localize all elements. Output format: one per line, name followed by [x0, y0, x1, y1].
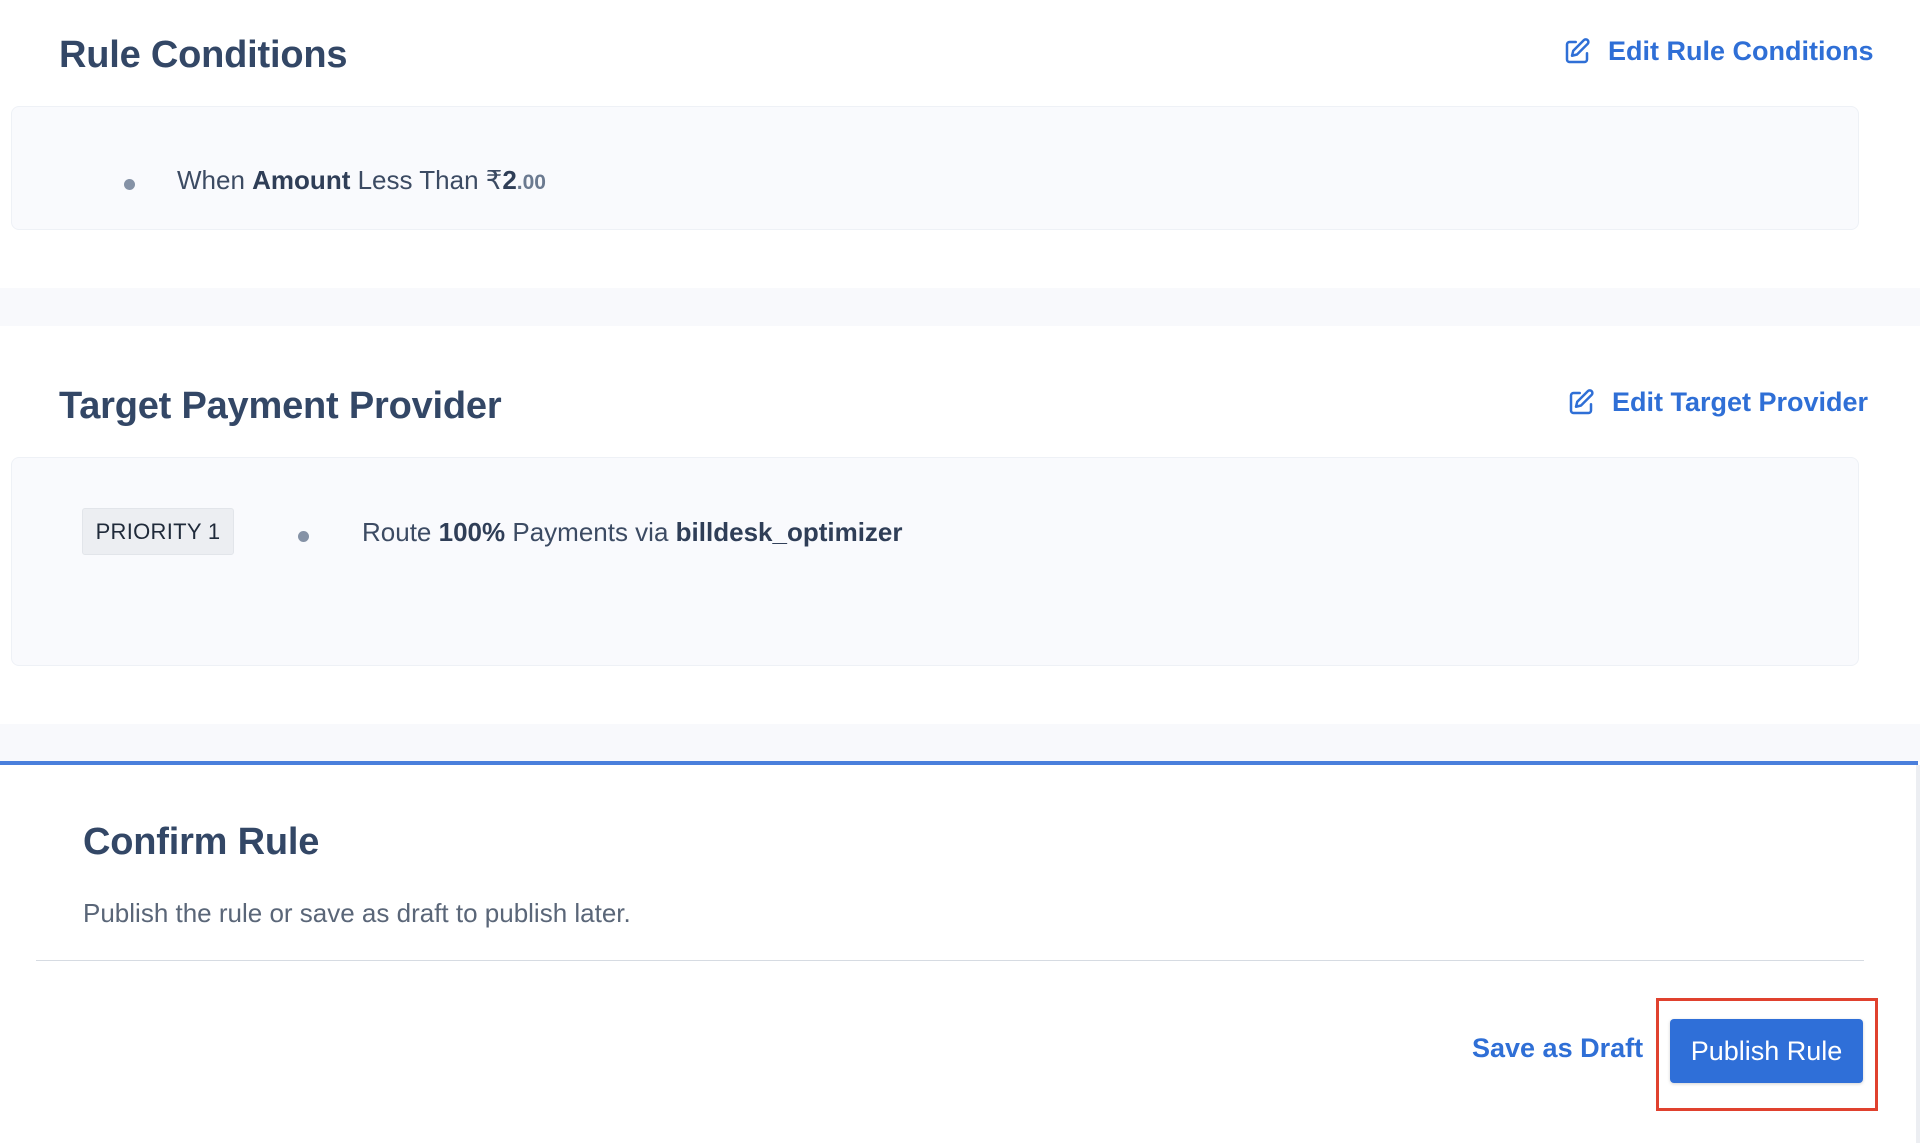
- confirm-section-top-border: [0, 761, 1918, 765]
- confirm-rule-description: Publish the rule or save as draft to pub…: [83, 898, 631, 928]
- rule-review-page: Rule Conditions Edit Rule Conditions Whe…: [0, 0, 1920, 1143]
- condition-value: 2: [502, 165, 517, 195]
- condition-text: When Amount Less Than ₹2.00: [177, 165, 546, 196]
- section-separator: [0, 288, 1920, 326]
- section-separator: [0, 724, 1920, 762]
- edit-icon: [1565, 37, 1590, 63]
- save-as-draft-button[interactable]: Save as Draft: [1472, 1033, 1643, 1064]
- rule-conditions-panel: When Amount Less Than ₹2.00: [11, 106, 1859, 230]
- condition-prefix: When: [177, 165, 245, 195]
- route-text: Route 100% Payments via billdesk_optimiz…: [362, 517, 903, 548]
- publish-rule-button[interactable]: Publish Rule: [1670, 1019, 1863, 1083]
- route-prefix: Route: [362, 517, 432, 547]
- rule-conditions-title: Rule Conditions: [59, 34, 348, 76]
- confirm-section-edge: [1916, 765, 1920, 1143]
- currency-symbol: ₹: [485, 165, 503, 195]
- condition-operator: Less Than: [357, 165, 479, 195]
- edit-target-provider-link[interactable]: Edit Target Provider: [1566, 387, 1868, 418]
- edit-target-provider-label: Edit Target Provider: [1612, 387, 1869, 417]
- condition-value-decimals: .00: [516, 171, 546, 194]
- edit-icon: [1569, 388, 1594, 414]
- edit-rule-conditions-label: Edit Rule Conditions: [1608, 36, 1874, 66]
- confirm-divider: [36, 960, 1864, 961]
- route-percent: 100%: [438, 517, 506, 547]
- condition-field: Amount: [252, 165, 351, 195]
- confirm-rule-title: Confirm Rule: [83, 821, 320, 863]
- route-provider: billdesk_optimizer: [675, 517, 903, 547]
- target-provider-panel: PRIORITY 1 Route 100% Payments via billd…: [11, 457, 1859, 666]
- condition-bullet: [124, 179, 135, 190]
- route-bullet: [298, 531, 309, 542]
- route-middle: Payments via: [512, 517, 669, 547]
- edit-rule-conditions-link[interactable]: Edit Rule Conditions: [1562, 36, 1873, 67]
- target-provider-title: Target Payment Provider: [59, 385, 502, 427]
- priority-badge: PRIORITY 1: [82, 508, 234, 555]
